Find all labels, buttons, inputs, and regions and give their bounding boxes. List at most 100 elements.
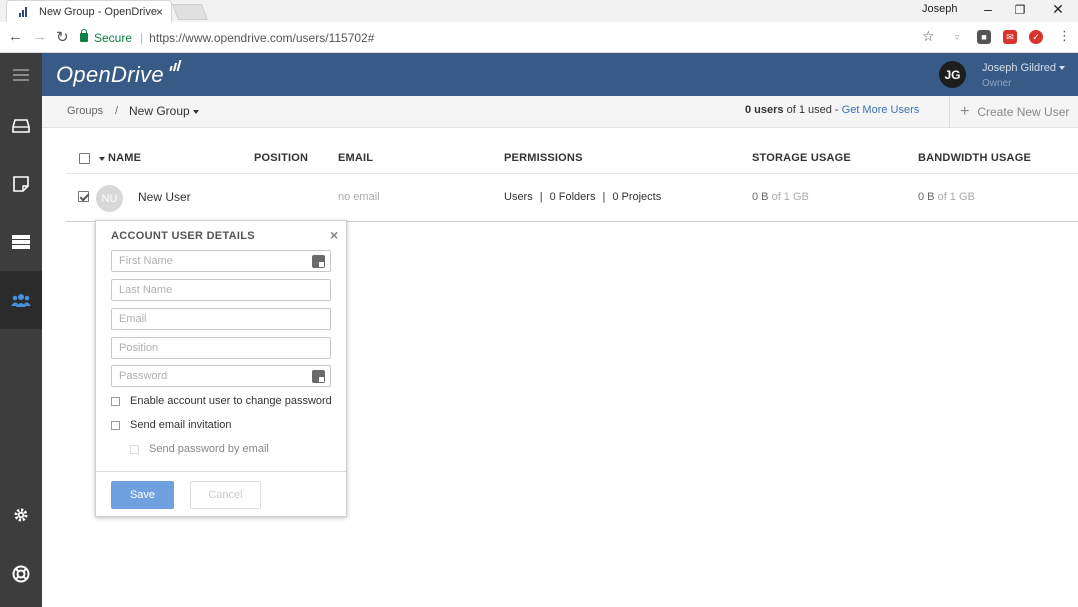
bookmark-star-icon[interactable]: ☆: [922, 28, 935, 45]
tab-title: New Group - OpenDrive: [39, 5, 157, 18]
extension-filter-icon[interactable]: ▿: [950, 30, 964, 44]
send-password-label: Send password by email: [149, 443, 269, 455]
chrome-menu-icon[interactable]: ⋮: [1058, 28, 1071, 44]
change-password-checkbox[interactable]: [111, 396, 120, 406]
account-user-details-popup: ACCOUNT USER DETAILS × Enable account us…: [95, 220, 347, 517]
perm-projects-link[interactable]: 0 Projects: [612, 191, 661, 203]
perm-folders-link[interactable]: 0 Folders: [550, 191, 596, 203]
create-new-user-button[interactable]: + Create New User: [960, 103, 1069, 121]
new-tab-button[interactable]: [172, 4, 208, 20]
user-avatar[interactable]: JG: [939, 61, 966, 88]
column-header-position[interactable]: POSITION: [254, 152, 308, 164]
table-header-divider: [66, 173, 1078, 174]
app-header: OpenDrive JG Joseph Gildred Owner: [42, 53, 1078, 96]
opendrive-favicon-icon: [19, 6, 33, 17]
perm-users-link[interactable]: Users: [504, 191, 533, 203]
column-header-bandwidth-usage[interactable]: BANDWIDTH USAGE: [918, 152, 1031, 164]
users-used-info: 0 users of 1 used - Get More Users: [745, 104, 919, 116]
breadcrumb-current-label: New Group: [129, 104, 190, 118]
column-header-permissions[interactable]: PERMISSIONS: [504, 152, 583, 164]
tab-close-icon[interactable]: ×: [156, 5, 163, 19]
breadcrumb-current-group[interactable]: New Group: [129, 104, 199, 118]
drive-icon: [12, 119, 30, 133]
browser-tab[interactable]: New Group - OpenDrive ×: [6, 0, 172, 22]
chevron-down-icon: [192, 109, 199, 114]
position-input[interactable]: [111, 337, 331, 359]
close-icon[interactable]: ×: [330, 227, 338, 243]
email-input[interactable]: [111, 308, 331, 330]
cancel-button[interactable]: Cancel: [190, 481, 261, 509]
hamburger-icon: [13, 69, 29, 81]
get-more-users-link[interactable]: Get More Users: [842, 104, 920, 116]
first-name-input[interactable]: [111, 250, 331, 272]
create-new-user-label: Create New User: [977, 105, 1070, 119]
bandwidth-usage-cell: 0 B of 1 GB: [918, 191, 975, 203]
address-bar-row: ← → ↻ Secure | https://www.opendrive.com…: [0, 22, 1078, 53]
password-manager-icon[interactable]: [312, 255, 325, 268]
omnibox[interactable]: Secure | https://www.opendrive.com/users…: [80, 26, 942, 49]
chevron-down-icon: [1059, 66, 1065, 71]
opendrive-logo[interactable]: OpenDrive: [56, 62, 164, 88]
bandwidth-of: of 1 GB: [937, 191, 975, 203]
change-password-option[interactable]: Enable account user to change password: [111, 395, 332, 407]
extension-mail-icon[interactable]: ✉: [1003, 30, 1017, 44]
breadcrumb-bar: Groups / New Group 0 users of 1 used - G…: [42, 96, 1078, 128]
column-header-name[interactable]: NAME: [108, 152, 141, 164]
change-password-label: Enable account user to change password: [130, 395, 332, 407]
user-menu[interactable]: Joseph Gildred: [982, 62, 1065, 74]
send-invitation-label: Send email invitation: [130, 419, 232, 431]
save-button[interactable]: Save: [111, 481, 174, 509]
sidebar-menu-toggle[interactable]: [0, 53, 42, 97]
user-avatar-row: NU: [96, 185, 123, 212]
select-all-checkbox[interactable]: [79, 153, 90, 164]
secure-label: Secure: [94, 30, 133, 45]
storage-of: of 1 GB: [771, 191, 809, 203]
gear-icon: [14, 508, 28, 522]
last-name-input[interactable]: [111, 279, 331, 301]
extension-puzzle-icon[interactable]: ■: [977, 30, 991, 44]
send-password-option: Send password by email: [130, 443, 269, 455]
storage-usage-cell: 0 B of 1 GB: [752, 191, 809, 203]
notes-icon: [13, 176, 29, 192]
users-of-label: of 1 used -: [786, 104, 839, 116]
send-invitation-checkbox[interactable]: [111, 420, 120, 430]
extension-red-icon[interactable]: ✓: [1029, 30, 1043, 44]
sidebar-item-notes[interactable]: [0, 155, 42, 213]
column-header-storage-usage[interactable]: STORAGE USAGE: [752, 152, 851, 164]
sidebar-item-settings[interactable]: [0, 486, 42, 544]
user-name: Joseph Gildred: [982, 62, 1056, 74]
minimize-icon[interactable]: –: [978, 1, 998, 17]
sidebar-item-drive[interactable]: [0, 97, 42, 155]
back-icon[interactable]: ←: [8, 28, 23, 45]
breadcrumb-separator: /: [115, 105, 119, 117]
send-invitation-option[interactable]: Send email invitation: [111, 419, 232, 431]
row-checkbox[interactable]: [78, 191, 89, 202]
perm-separator: |: [602, 191, 606, 203]
select-dropdown-chevron-icon[interactable]: [99, 157, 105, 161]
popup-title: ACCOUNT USER DETAILS: [111, 230, 255, 242]
help-lifebuoy-icon: [12, 565, 30, 583]
sidebar-item-help[interactable]: [0, 545, 42, 603]
forward-icon[interactable]: →: [32, 28, 47, 45]
window-close-icon[interactable]: ✕: [1048, 1, 1068, 18]
popup-divider: [96, 471, 346, 472]
password-input[interactable]: [111, 365, 331, 387]
reload-icon[interactable]: ↻: [56, 28, 69, 46]
breadcrumb-groups[interactable]: Groups: [67, 105, 103, 117]
sidebar: [0, 53, 42, 607]
restore-icon[interactable]: ❐: [1010, 3, 1030, 17]
lock-icon: [80, 29, 88, 42]
user-name-cell[interactable]: New User: [138, 190, 191, 204]
perm-separator: |: [539, 191, 543, 203]
sidebar-item-users[interactable]: [0, 271, 42, 329]
storage-used: 0 B: [752, 191, 769, 203]
users-icon: [11, 294, 31, 307]
url-text[interactable]: https://www.opendrive.com/users/115702#: [149, 31, 374, 45]
column-header-email[interactable]: EMAIL: [338, 152, 373, 164]
user-role: Owner: [982, 78, 1012, 89]
sidebar-item-server[interactable]: [0, 213, 42, 271]
password-manager-icon[interactable]: [312, 370, 325, 383]
logo-bars-icon: [169, 60, 182, 71]
profile-name[interactable]: Joseph: [922, 3, 957, 15]
permissions-cell: Users | 0 Folders | 0 Projects: [504, 191, 661, 203]
